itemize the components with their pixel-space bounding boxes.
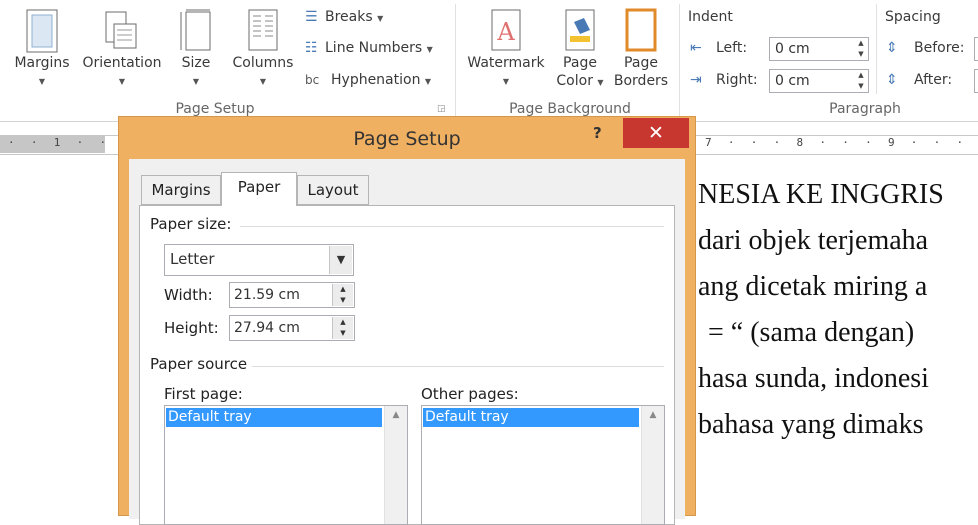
- height-input[interactable]: 27.94 cm ▲ ▼: [229, 315, 355, 341]
- scroll-up-icon[interactable]: ▲: [385, 410, 407, 420]
- document-line: = “ (sama dengan): [708, 317, 915, 348]
- chevron-down-icon: ▼: [38, 77, 46, 86]
- tab-paper[interactable]: Paper: [221, 172, 297, 206]
- list-item[interactable]: Default tray: [166, 408, 382, 427]
- ribbon: Margins ▼ Orientation ▼ Size ▼ Columns ▼…: [0, 0, 978, 122]
- tab-margins[interactable]: Margins: [141, 175, 221, 205]
- line-numbers-icon: ☷: [305, 40, 318, 56]
- spacing-before-input[interactable]: [974, 37, 978, 61]
- document-line: ang dicetak miring a: [698, 271, 928, 302]
- spin-buttons[interactable]: ▲ ▼: [854, 70, 868, 92]
- tab-layout[interactable]: Layout: [297, 175, 369, 205]
- dialog-launcher-icon[interactable]: ◲: [437, 104, 446, 114]
- chevron-down-icon[interactable]: ▼: [329, 246, 352, 274]
- group-label-page-background: Page Background: [509, 101, 631, 117]
- ruler-right-numbers: 7 · · · 8 · · · 9 · · · 10 ·: [705, 136, 965, 149]
- indent-right-icon: ⇥: [690, 72, 702, 88]
- chevron-down-icon: ▼: [118, 77, 126, 86]
- document-line: bahasa yang dimaks: [698, 409, 924, 440]
- dialog-title-bar[interactable]: Page Setup ? ✕: [119, 117, 695, 159]
- orientation-icon: [105, 11, 137, 49]
- group-label-paragraph: Paragraph: [829, 101, 901, 117]
- page-setup-dialog: Page Setup ? ✕ Margins Paper Layout Pape…: [118, 116, 696, 525]
- divider: [240, 226, 664, 227]
- chevron-down-icon: ▼: [259, 77, 267, 86]
- watermark-button[interactable]: A Watermark ▼: [462, 8, 550, 88]
- group-label-page-setup: Page Setup: [175, 101, 255, 117]
- list-item[interactable]: Default tray: [423, 408, 639, 427]
- page-color-icon: [565, 9, 595, 51]
- dialog-title: Page Setup: [353, 128, 461, 150]
- chevron-down-icon: ▼: [377, 14, 384, 23]
- divider: [252, 366, 664, 367]
- margins-icon: [26, 9, 58, 53]
- indent-right-input[interactable]: 0 cm ▲ ▼: [769, 69, 869, 93]
- indent-left-icon: ⇤: [690, 40, 702, 56]
- columns-button[interactable]: Columns ▼: [228, 8, 298, 88]
- indent-title: Indent: [688, 9, 733, 25]
- svg-text:A: A: [496, 18, 515, 46]
- first-page-label: First page:: [164, 385, 243, 403]
- first-page-list[interactable]: Default tray ▲: [164, 405, 408, 525]
- scrollbar[interactable]: ▲: [641, 406, 664, 524]
- document-line: dari objek terjemaha: [698, 225, 929, 256]
- chevron-down-icon: ▼: [192, 77, 200, 86]
- indent-left-label: ⇤ Left:: [690, 40, 748, 56]
- dialog-body: Margins Paper Layout Paper size: Letter …: [129, 159, 685, 525]
- spacing-before-label: ⇕ Before:: [886, 40, 965, 56]
- document-line: NESIA KE INGGRIS: [698, 179, 944, 210]
- margins-button[interactable]: Margins ▼: [10, 8, 74, 88]
- group-separator: [876, 4, 877, 94]
- spacing-after-icon: ⇕: [886, 72, 898, 88]
- group-separator: [455, 4, 456, 116]
- width-input[interactable]: 21.59 cm ▲ ▼: [229, 282, 355, 308]
- line-numbers-button[interactable]: ☷ Line Numbers ▼: [305, 40, 433, 56]
- page-borders-button[interactable]: Page Borders: [610, 8, 672, 90]
- paper-size-select[interactable]: Letter ▼: [164, 244, 354, 276]
- size-button[interactable]: Size ▼: [170, 8, 222, 88]
- hyphenation-button[interactable]: bc Hyphenation ▼: [305, 72, 431, 88]
- scrollbar[interactable]: ▲: [384, 406, 407, 524]
- spacing-after-label: ⇕ After:: [886, 72, 953, 88]
- breaks-button[interactable]: ☰ Breaks ▼: [305, 9, 383, 25]
- spin-buttons[interactable]: ▲ ▼: [332, 317, 353, 339]
- chevron-down-icon: ▼: [426, 45, 433, 54]
- ruler-left-numbers: · · 1 · ·: [8, 136, 108, 149]
- hyphenation-icon: bc: [305, 73, 320, 87]
- indent-right-label: ⇥ Right:: [690, 72, 758, 88]
- height-label: Height:: [164, 319, 219, 337]
- page-size-icon: [180, 9, 211, 51]
- help-button[interactable]: ?: [593, 124, 602, 142]
- indent-left-input[interactable]: 0 cm ▲ ▼: [769, 37, 869, 61]
- paper-source-label: Paper source: [150, 355, 248, 373]
- paper-size-label: Paper size:: [150, 215, 232, 233]
- width-label: Width:: [164, 286, 213, 304]
- chevron-down-icon: ▼: [502, 77, 510, 86]
- columns-icon: [248, 9, 278, 51]
- spacing-title: Spacing: [885, 9, 941, 25]
- group-separator: [679, 4, 680, 116]
- spacing-before-icon: ⇕: [886, 40, 898, 56]
- chevron-down-icon: ▼: [424, 77, 432, 86]
- other-pages-list[interactable]: Default tray ▲: [421, 405, 665, 525]
- watermark-icon: A: [491, 9, 521, 51]
- document-line: hasa sunda, indonesi: [698, 363, 929, 394]
- spacing-after-input[interactable]: [974, 69, 978, 93]
- other-pages-label: Other pages:: [421, 385, 519, 403]
- spin-buttons[interactable]: ▲ ▼: [332, 284, 353, 306]
- orientation-button[interactable]: Orientation ▼: [78, 8, 166, 88]
- close-button[interactable]: ✕: [623, 118, 689, 148]
- paper-tab-panel: Paper size: Letter ▼ Width: 21.59 cm ▲ ▼ …: [139, 205, 675, 525]
- chevron-down-icon: ▼: [597, 78, 604, 87]
- breaks-icon: ☰: [305, 9, 318, 25]
- spin-buttons[interactable]: ▲ ▼: [854, 38, 868, 60]
- page-color-button[interactable]: Page Color ▼: [552, 8, 608, 92]
- page-borders-icon: [625, 8, 657, 52]
- scroll-up-icon[interactable]: ▲: [642, 410, 664, 420]
